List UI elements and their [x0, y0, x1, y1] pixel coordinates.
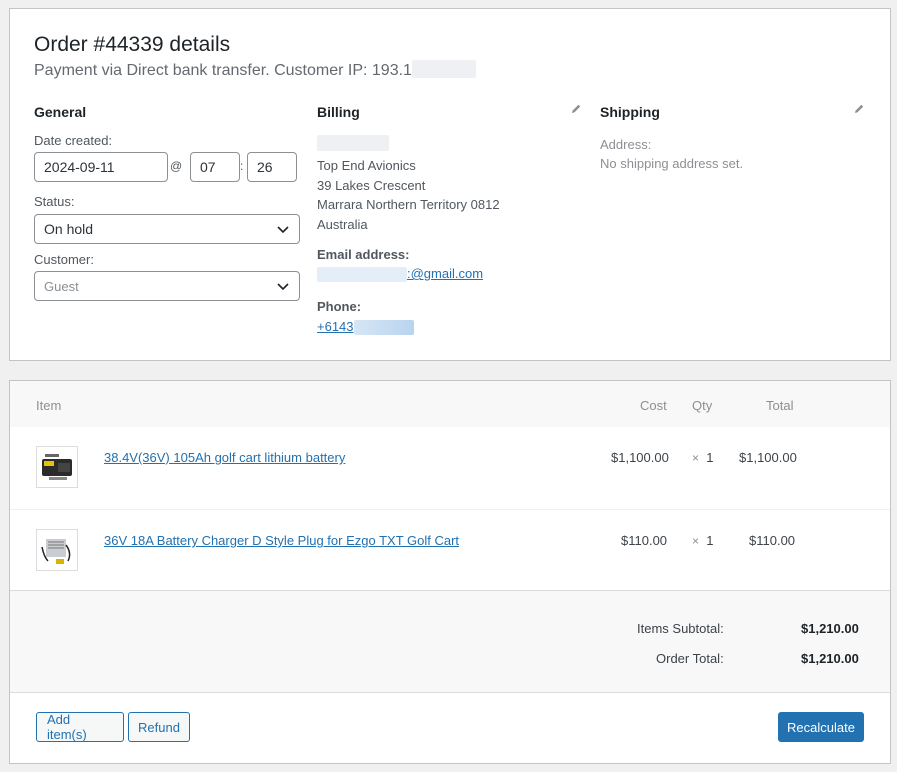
billing-city-line: Marrara Northern Territory 0812: [317, 197, 500, 212]
email-link[interactable]: :@gmail.com: [407, 266, 483, 281]
hour-value: 07: [200, 159, 216, 175]
hour-input[interactable]: 07: [190, 152, 240, 182]
col-cost: Cost: [640, 398, 667, 413]
billing-street: 39 Lakes Crescent: [317, 177, 426, 193]
items-subtotal-value: $1,210.00: [801, 621, 859, 636]
date-created-input[interactable]: 2024-09-11: [34, 152, 168, 182]
battery-product-icon: [36, 446, 78, 488]
status-label: Status:: [34, 194, 75, 209]
minute-value: 26: [257, 159, 273, 175]
payment-info-text: Payment via Direct bank transfer. Custom…: [34, 62, 412, 79]
colon-separator: :: [240, 159, 244, 173]
chevron-down-icon: [277, 226, 289, 234]
order-items-panel: Item Cost Qty Total 38.4V(36V) 105Ah gol…: [9, 380, 891, 764]
shipping-edit-pencil-icon[interactable]: [853, 103, 865, 115]
customer-label: Customer:: [34, 252, 94, 267]
status-select[interactable]: On hold: [34, 214, 300, 244]
customer-placeholder: Guest: [44, 278, 79, 294]
redacted-phone-digits: [353, 320, 414, 336]
redacted-billing-name: [317, 135, 389, 151]
charger-product-icon: [36, 529, 78, 571]
redacted-email-user: [317, 267, 407, 283]
minute-input[interactable]: 26: [247, 152, 297, 182]
table-row: 38.4V(36V) 105Ah golf cart lithium batte…: [10, 427, 890, 509]
phone-link[interactable]: +6143: [317, 319, 354, 334]
item-qty: × 1: [692, 450, 713, 465]
item-cost: $1,100.00: [611, 450, 669, 465]
order-details-panel: Order #44339 details Payment via Direct …: [9, 8, 891, 361]
item-name-link[interactable]: 36V 18A Battery Charger D Style Plug for…: [104, 533, 459, 548]
shipping-address-value: No shipping address set.: [600, 156, 744, 171]
order-title: Order #44339 details: [34, 33, 231, 56]
col-item: Item: [36, 398, 62, 413]
date-created-value: 2024-09-11: [44, 159, 115, 175]
times-sign: ×: [692, 451, 700, 465]
refund-button[interactable]: Refund: [128, 712, 190, 742]
billing-phone: +6143: [317, 319, 414, 336]
shipping-heading: Shipping: [600, 104, 660, 120]
customer-select[interactable]: Guest: [34, 271, 300, 301]
chevron-down-icon: [277, 283, 289, 291]
item-name-link[interactable]: 38.4V(36V) 105Ah golf cart lithium batte…: [104, 450, 345, 465]
items-subtotal-label: Items Subtotal:: [637, 621, 724, 636]
col-total: Total: [766, 398, 794, 413]
qty-value: 1: [706, 450, 714, 465]
billing-company: Top End Avionics: [317, 158, 416, 173]
billing-edit-pencil-icon[interactable]: [570, 103, 582, 115]
table-row: 36V 18A Battery Charger D Style Plug for…: [10, 509, 890, 591]
shipping-address-label: Address:: [600, 137, 652, 152]
redacted-ip: [411, 60, 476, 79]
recalculate-button[interactable]: Recalculate: [778, 712, 864, 742]
email-label: Email address:: [317, 247, 410, 262]
order-subtitle: Payment via Direct bank transfer. Custom…: [34, 60, 476, 80]
item-total: $110.00: [749, 533, 796, 548]
order-total-label: Order Total:: [656, 651, 724, 666]
item-total: $1,100.00: [739, 450, 797, 465]
times-sign: ×: [692, 534, 700, 548]
item-cost: $110.00: [621, 533, 668, 548]
billing-heading: Billing: [317, 104, 360, 120]
col-qty: Qty: [692, 398, 713, 413]
billing-country: Australia: [317, 216, 368, 232]
date-created-label: Date created:: [34, 133, 113, 148]
status-value: On hold: [44, 221, 94, 237]
general-heading: General: [34, 104, 87, 120]
billing-email: :@gmail.com: [317, 266, 483, 283]
add-items-button[interactable]: Add item(s): [36, 712, 124, 742]
qty-value: 1: [706, 533, 714, 548]
order-total-value: $1,210.00: [801, 651, 859, 666]
order-totals: Items Subtotal: $1,210.00 Order Total: $…: [10, 590, 890, 693]
billing-address: Top End Avionics 39 Lakes Crescent Marra…: [317, 156, 500, 234]
items-table-header: Item Cost Qty Total: [10, 381, 890, 427]
phone-label: Phone:: [317, 299, 362, 314]
item-qty: × 1: [692, 533, 713, 548]
at-separator: @: [170, 159, 183, 173]
